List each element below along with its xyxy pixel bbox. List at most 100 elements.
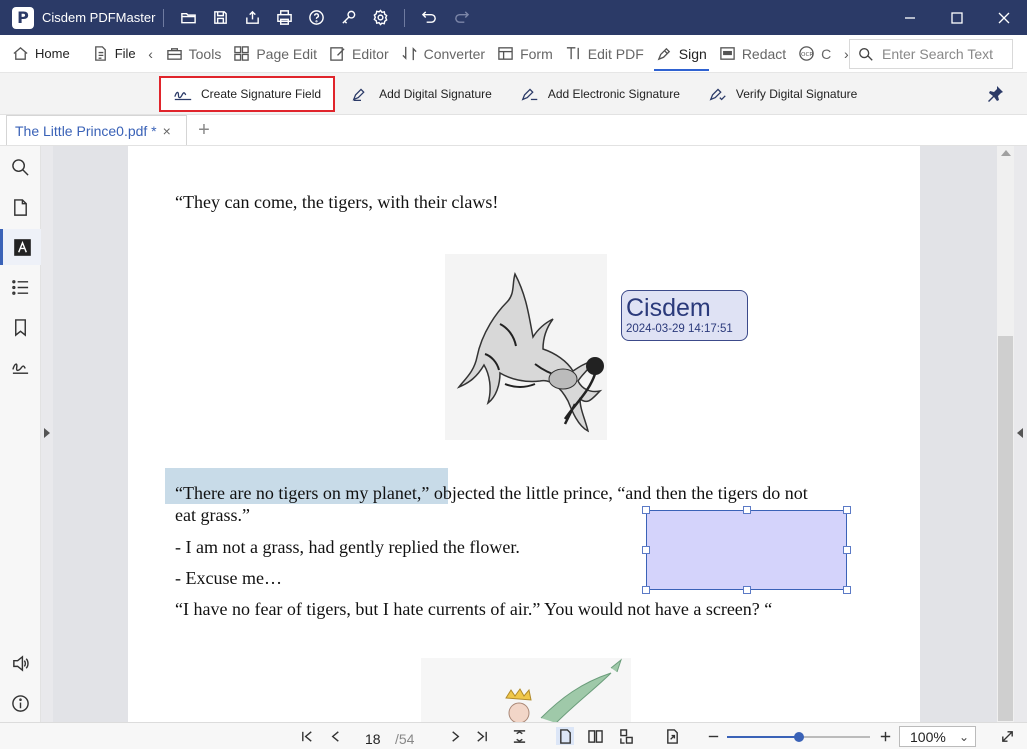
signature-stamp[interactable]: Cisdem 2024-03-29 14:17:51 <box>621 290 748 341</box>
previous-page-icon[interactable] <box>326 727 344 745</box>
fullscreen-icon[interactable] <box>998 727 1016 745</box>
menu-bar: Home File ‹ Tools Page Edit Editor Conve… <box>0 35 1027 73</box>
first-page-icon[interactable] <box>298 727 316 745</box>
add-digital-signature-button[interactable]: Add Digital Signature <box>339 76 504 112</box>
search-input[interactable] <box>882 46 1007 62</box>
key-icon[interactable] <box>332 0 364 35</box>
zoom-out-icon[interactable] <box>704 727 722 745</box>
digital-signature-icon <box>352 88 365 101</box>
page-text-line: “I have no fear of tigers, but I hate cu… <box>175 599 773 619</box>
sidebar-thumbnails-icon[interactable] <box>0 189 41 225</box>
menu-file[interactable]: File <box>86 35 142 73</box>
resize-handle[interactable] <box>743 586 751 594</box>
scrollbar-thumb[interactable] <box>998 336 1013 721</box>
window-controls <box>886 0 1027 35</box>
search-box <box>849 39 1013 69</box>
minimize-icon[interactable] <box>886 0 933 35</box>
document-tab[interactable]: The Little Prince0.pdf * × <box>6 115 187 145</box>
next-page-icon[interactable] <box>446 727 464 745</box>
maximize-icon[interactable] <box>933 0 980 35</box>
print-icon[interactable] <box>268 0 300 35</box>
redo-icon[interactable] <box>445 0 477 35</box>
menu-converter[interactable]: Converter <box>395 35 491 73</box>
title-separator <box>404 8 406 27</box>
resize-handle[interactable] <box>642 546 650 554</box>
tab-close-icon[interactable]: × <box>163 123 171 139</box>
undo-icon[interactable] <box>413 0 445 35</box>
close-icon[interactable] <box>980 0 1027 35</box>
pin-icon[interactable] <box>985 84 1005 104</box>
menu-converter-label: Converter <box>423 45 486 62</box>
add-tab-button[interactable]: + <box>189 115 219 145</box>
share-icon[interactable] <box>236 0 268 35</box>
svg-text:OCR: OCR <box>801 52 813 58</box>
text-edit-icon <box>566 47 579 60</box>
resize-handle[interactable] <box>743 506 751 514</box>
create-signature-field-label: Create Signature Field <box>201 86 322 101</box>
sidebar-bookmark-icon[interactable] <box>0 309 41 345</box>
electronic-signature-icon <box>521 88 538 101</box>
resize-handle[interactable] <box>642 586 650 594</box>
sidebar-outline-icon[interactable] <box>0 269 41 305</box>
open-folder-icon[interactable] <box>172 0 204 35</box>
app-logo: P <box>12 6 34 29</box>
menu-tools[interactable]: Tools <box>160 35 228 73</box>
ocr-icon: OCR <box>799 46 814 61</box>
menu-redact-label: Redact <box>741 45 787 62</box>
resize-handle[interactable] <box>843 506 851 514</box>
save-icon[interactable] <box>204 0 236 35</box>
zoom-level-value: 100% <box>910 728 946 745</box>
two-page-view-icon[interactable] <box>586 727 604 745</box>
signature-name: Cisdem <box>626 294 711 322</box>
menu-sign[interactable]: Sign <box>650 35 713 73</box>
resize-handle[interactable] <box>843 546 851 554</box>
zoom-in-icon[interactable] <box>876 727 894 745</box>
menu-page-edit[interactable]: Page Edit <box>227 35 323 73</box>
current-page-number[interactable]: 18 <box>365 731 381 747</box>
app-title: Cisdem PDFMaster <box>42 10 156 25</box>
scroll-view-icon[interactable] <box>617 727 635 745</box>
extract-page-icon[interactable] <box>663 727 681 745</box>
sidebar-speaker-icon[interactable] <box>0 645 41 681</box>
menu-editor[interactable]: Editor <box>323 35 395 73</box>
search-icon[interactable] <box>858 46 874 62</box>
menu-ocr[interactable]: OCR C <box>792 35 837 73</box>
last-page-icon[interactable] <box>472 727 490 745</box>
menu-scroll-left-icon[interactable]: ‹ <box>142 46 160 62</box>
expand-right-panel-icon[interactable] <box>1017 428 1023 438</box>
verify-digital-signature-button[interactable]: Verify Digital Signature <box>696 76 869 112</box>
settings-icon[interactable] <box>364 0 396 35</box>
expand-left-panel-icon[interactable] <box>44 428 50 438</box>
menu-home[interactable]: Home <box>6 35 76 73</box>
menu-edit-pdf[interactable]: Edit PDF <box>559 35 650 73</box>
zoom-slider-handle[interactable] <box>793 732 804 742</box>
edit-icon <box>330 47 345 61</box>
help-icon[interactable] <box>300 0 332 35</box>
menu-form[interactable]: Form <box>491 35 559 73</box>
menu-sign-label: Sign <box>678 45 707 62</box>
title-bar: P Cisdem PDFMaster <box>0 0 1027 35</box>
menu-ocr-label: C <box>821 45 832 62</box>
signature-field[interactable] <box>642 506 851 594</box>
zoom-level-select[interactable]: 100% ⌄ <box>899 726 976 747</box>
scroll-up-icon[interactable] <box>1001 150 1011 156</box>
add-digital-signature-label: Add Digital Signature <box>379 86 492 101</box>
document-viewport: “They can come, the tigers, with their c… <box>53 146 997 722</box>
sidebar-text-icon[interactable] <box>0 229 41 265</box>
fit-page-icon[interactable] <box>510 727 528 745</box>
sidebar-search-icon[interactable] <box>0 149 41 185</box>
resize-handle[interactable] <box>843 586 851 594</box>
resize-handle[interactable] <box>642 506 650 514</box>
vertical-scrollbar[interactable] <box>997 146 1014 722</box>
zoom-slider-fill <box>727 736 799 738</box>
menu-redact[interactable]: Redact <box>713 35 792 73</box>
tiger-illustration <box>445 254 607 440</box>
sidebar-info-icon[interactable] <box>0 685 41 721</box>
menu-file-label: File <box>114 46 136 61</box>
create-signature-field-button[interactable]: Create Signature Field <box>159 75 336 112</box>
sidebar-signature-icon[interactable] <box>0 349 41 385</box>
home-icon <box>13 46 28 60</box>
single-page-view-icon[interactable] <box>556 727 574 745</box>
add-electronic-signature-button[interactable]: Add Electronic Signature <box>508 76 692 112</box>
page-text-line: “They can come, the tigers, with their c… <box>175 192 499 212</box>
